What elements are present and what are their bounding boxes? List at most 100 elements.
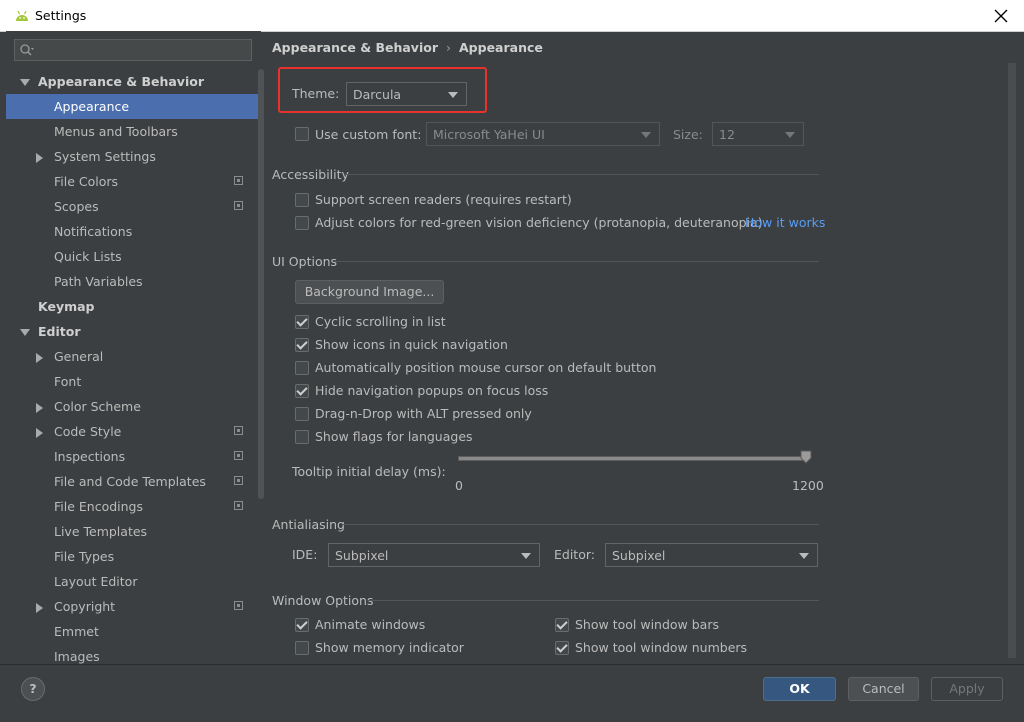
ui-option-label: Show icons in quick navigation — [315, 337, 508, 352]
sidebar-item-appearance-behavior[interactable]: Appearance & Behavior — [6, 69, 261, 94]
ui-option-checkbox[interactable] — [295, 384, 309, 398]
expand-right-icon[interactable] — [36, 353, 43, 363]
ide-antialiasing-select[interactable]: Subpixel — [328, 543, 540, 567]
sidebar-item-label: Path Variables — [54, 274, 143, 289]
close-icon — [994, 9, 1008, 22]
sidebar-item-code-style[interactable]: Code Style — [6, 419, 261, 444]
sidebar-item-notifications[interactable]: Notifications — [6, 219, 261, 244]
sidebar-item-system-settings[interactable]: System Settings — [6, 144, 261, 169]
window-option-checkbox[interactable] — [555, 618, 569, 632]
close-button[interactable] — [978, 0, 1024, 31]
antialiasing-divider — [342, 524, 819, 525]
sidebar-item-label: Keymap — [38, 299, 95, 314]
window-option-checkbox[interactable] — [555, 641, 569, 655]
ui-option-checkbox[interactable] — [295, 430, 309, 444]
theme-select[interactable]: Darcula — [346, 82, 467, 106]
custom-font-select[interactable]: Microsoft YaHei UI — [426, 122, 660, 146]
sidebar-item-copyright[interactable]: Copyright — [6, 594, 261, 619]
expand-down-icon[interactable] — [20, 79, 30, 86]
ui-option-checkbox[interactable] — [295, 407, 309, 421]
breadcrumb-separator: › — [446, 40, 451, 55]
sidebar-item-label: Quick Lists — [54, 249, 122, 264]
chevron-down-icon — [641, 132, 651, 138]
project-level-icon — [234, 476, 243, 485]
sidebar-item-label: System Settings — [54, 149, 156, 164]
sidebar-item-appearance[interactable]: Appearance — [6, 94, 261, 119]
help-button[interactable]: ? — [21, 677, 45, 701]
sidebar-item-file-encodings[interactable]: File Encodings — [6, 494, 261, 519]
apply-button[interactable]: Apply — [931, 677, 1003, 701]
sidebar-item-label: Font — [54, 374, 82, 389]
sidebar-item-path-variables[interactable]: Path Variables — [6, 269, 261, 294]
project-level-icon — [234, 176, 243, 185]
expand-right-icon[interactable] — [36, 153, 43, 163]
screen-readers-checkbox[interactable] — [295, 193, 309, 207]
window-options-title: Window Options — [272, 593, 374, 608]
sidebar-item-layout-editor[interactable]: Layout Editor — [6, 569, 261, 594]
window-option-checkbox[interactable] — [295, 641, 309, 655]
window-title: Settings — [35, 8, 87, 23]
font-size-select[interactable]: 12 — [712, 122, 804, 146]
search-input[interactable] — [14, 39, 252, 61]
sidebar-item-file-and-code-templates[interactable]: File and Code Templates — [6, 469, 261, 494]
ui-option-label: Hide navigation popups on focus loss — [315, 383, 549, 398]
ui-option-checkbox[interactable] — [295, 361, 309, 375]
sidebar-item-color-scheme[interactable]: Color Scheme — [6, 394, 261, 419]
sidebar-item-general[interactable]: General — [6, 344, 261, 369]
antialiasing-title: Antialiasing — [272, 517, 345, 532]
ui-option-checkbox[interactable] — [295, 315, 309, 329]
expand-right-icon[interactable] — [36, 603, 43, 613]
window-options-divider — [368, 600, 819, 601]
how-it-works-link[interactable]: How it works — [745, 215, 825, 230]
sidebar-item-label: Live Templates — [54, 524, 148, 539]
content-scrollbar[interactable] — [1008, 63, 1016, 658]
sidebar-item-label: Notifications — [54, 224, 133, 239]
ide-label: IDE: — [292, 547, 318, 562]
editor-antialiasing-select[interactable]: Subpixel — [605, 543, 818, 567]
ok-button[interactable]: OK — [763, 677, 836, 701]
color-deficiency-checkbox[interactable] — [295, 216, 309, 230]
sidebar-item-scopes[interactable]: Scopes — [6, 194, 261, 219]
sidebar-item-emmet[interactable]: Emmet — [6, 619, 261, 644]
chevron-down-icon — [448, 92, 458, 98]
font-size-value: 12 — [719, 127, 735, 142]
sidebar-item-label: Appearance — [54, 99, 130, 114]
ui-option-label: Automatically position mouse cursor on d… — [315, 360, 657, 375]
expand-right-icon[interactable] — [36, 428, 43, 438]
sidebar-item-label: Color Scheme — [54, 399, 141, 414]
sidebar-item-label: Menus and Toolbars — [54, 124, 178, 139]
sidebar-item-label: Code Style — [54, 424, 122, 439]
sidebar-item-label: Inspections — [54, 449, 126, 464]
accessibility-title: Accessibility — [272, 167, 349, 182]
background-image-button[interactable]: Background Image... — [295, 280, 444, 304]
sidebar-item-inspections[interactable]: Inspections — [6, 444, 261, 469]
chevron-down-icon — [785, 132, 795, 138]
search-icon — [20, 44, 34, 56]
cancel-button[interactable]: Cancel — [848, 677, 919, 701]
sidebar-item-keymap[interactable]: Keymap — [6, 294, 261, 319]
ui-option-checkbox[interactable] — [295, 338, 309, 352]
sidebar-item-font[interactable]: Font — [6, 369, 261, 394]
dialog-footer: ? OK Cancel Apply — [0, 664, 1024, 722]
expand-right-icon[interactable] — [36, 403, 43, 413]
theme-label: Theme: — [292, 86, 340, 101]
sidebar-item-label: Appearance & Behavior — [38, 74, 204, 89]
ui-option-label: Cyclic scrolling in list — [315, 314, 446, 329]
window-option-label: Animate windows — [315, 617, 426, 632]
project-level-icon — [234, 601, 243, 610]
expand-down-icon[interactable] — [20, 329, 30, 336]
sidebar-item-quick-lists[interactable]: Quick Lists — [6, 244, 261, 269]
sidebar-item-menus-and-toolbars[interactable]: Menus and Toolbars — [6, 119, 261, 144]
tooltip-delay-slider-track[interactable] — [458, 456, 808, 461]
breadcrumb-parent[interactable]: Appearance & Behavior — [272, 40, 438, 55]
sidebar-item-editor[interactable]: Editor — [6, 319, 261, 344]
sidebar-item-live-templates[interactable]: Live Templates — [6, 519, 261, 544]
tooltip-delay-slider-thumb[interactable] — [800, 450, 812, 464]
screen-readers-label: Support screen readers (requires restart… — [315, 192, 572, 207]
sidebar-item-file-types[interactable]: File Types — [6, 544, 261, 569]
window-option-checkbox[interactable] — [295, 618, 309, 632]
use-custom-font-checkbox[interactable] — [295, 127, 309, 141]
ui-option-label: Show flags for languages — [315, 429, 473, 444]
project-level-icon — [234, 426, 243, 435]
sidebar-item-file-colors[interactable]: File Colors — [6, 169, 261, 194]
